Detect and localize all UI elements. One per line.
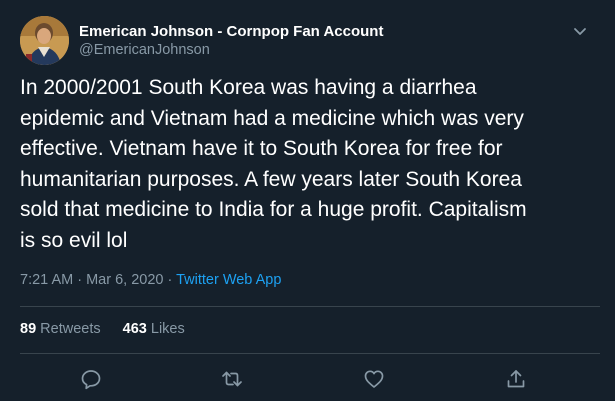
likes-stat[interactable]: 463 Likes [123, 321, 185, 337]
share-icon[interactable] [505, 368, 527, 390]
tweet-meta: 7:21 AM · Mar 6, 2020 · Twitter Web App [20, 272, 281, 288]
tweet-text-line: In 2000/2001 South Korea was having a di… [20, 76, 477, 99]
tweet-card: Emerican Johnson - Cornpop Fan Account @… [0, 0, 615, 401]
likes-label: Likes [150, 321, 185, 337]
heart-icon[interactable] [363, 368, 385, 390]
author-handle[interactable]: @EmericanJohnson [79, 42, 210, 58]
retweets-count: 89 [20, 321, 37, 337]
chevron-down-icon[interactable] [571, 22, 589, 40]
reply-icon[interactable] [80, 368, 102, 390]
avatar[interactable] [20, 16, 69, 65]
tweet-text-line: is so evil lol [20, 228, 128, 252]
tweet-text: In 2000/2001 South Korea was having a di… [20, 73, 605, 256]
retweets-stat[interactable]: 89 Retweets [20, 321, 101, 337]
likes-count: 463 [122, 321, 147, 337]
tweet-source-link[interactable]: Twitter Web App [176, 272, 281, 288]
author-display-name[interactable]: Emerican Johnson - Cornpop Fan Account [79, 23, 383, 40]
tweet-text-line: epidemic and Vietnam had a medicine whic… [20, 106, 524, 130]
tweet-text-line: effective. Vietnam have it to South Kore… [20, 137, 503, 160]
retweet-icon[interactable] [221, 368, 243, 390]
tweet-timestamp[interactable]: 7:21 AM · Mar 6, 2020 · [20, 272, 176, 288]
divider [20, 306, 600, 307]
tweet-text-line: sold that medicine to India for a huge p… [20, 198, 527, 221]
tweet-stats: 89 Retweets 463 Likes [20, 321, 203, 337]
retweets-label: Retweets [40, 321, 101, 337]
tweet-text-line: humanitarian purposes. A few years later… [20, 167, 522, 191]
divider [20, 353, 600, 354]
